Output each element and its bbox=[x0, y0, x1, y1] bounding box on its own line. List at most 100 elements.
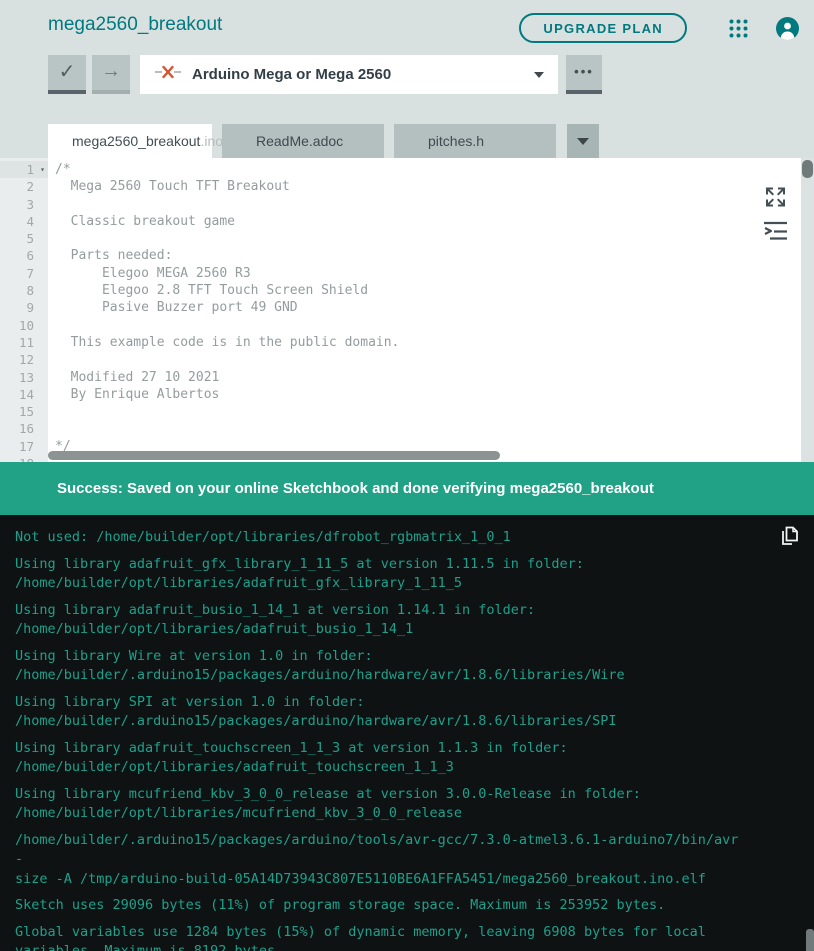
line-number: 15 bbox=[0, 403, 48, 421]
console-paragraph: Using library adafruit_gfx_library_1_11_… bbox=[15, 555, 584, 592]
code-line[interactable]: 3 bbox=[0, 195, 801, 213]
tab-mega2560-breakout-ino[interactable]: mega2560_breakout .ino bbox=[48, 124, 223, 158]
code-line[interactable]: 8 Elegoo 2.8 TFT Touch Screen Shield bbox=[0, 282, 801, 300]
line-number: 14 bbox=[0, 385, 48, 404]
code-area[interactable]: ▾ 1/* 2 Mega 2560 Touch TFT Breakout 3 4 Cla… bbox=[0, 161, 801, 462]
code-text: By Enrique Albertos bbox=[55, 386, 220, 402]
apps-grid-icon[interactable] bbox=[728, 18, 749, 39]
console-log: Not used: /home/builder/opt/libraries/df… bbox=[15, 528, 744, 951]
code-line[interactable]: 13 Modified 27 10 2021 bbox=[0, 368, 801, 386]
tab-bar: mega2560_breakout .ino ReadMe.adoc pitche… bbox=[48, 124, 814, 158]
line-number: 5 bbox=[0, 230, 48, 248]
fullscreen-expand-icon[interactable] bbox=[763, 185, 788, 214]
console-paragraph: Using library adafruit_touchscreen_1_1_3… bbox=[15, 739, 568, 776]
code-text: Parts needed: bbox=[55, 248, 173, 264]
line-number: 18 bbox=[0, 455, 48, 462]
chevron-down-icon bbox=[534, 72, 544, 78]
console-paragraph: Using library adafruit_busio_1_14_1 at v… bbox=[15, 601, 536, 638]
chevron-down-icon bbox=[577, 137, 589, 145]
success-banner: Success: Saved on your online Sketchbook… bbox=[0, 462, 814, 515]
copy-icon[interactable] bbox=[780, 525, 800, 552]
board-disconnected-icon bbox=[154, 65, 182, 84]
code-line[interactable]: 9 Pasive Buzzer port 49 GND bbox=[0, 299, 801, 317]
tab-overflow-dropdown[interactable] bbox=[567, 124, 599, 158]
line-number: 13 bbox=[0, 368, 48, 386]
verify-button[interactable]: ✓ bbox=[48, 55, 86, 94]
horizontal-scrollbar-thumb[interactable] bbox=[48, 451, 500, 460]
code-line[interactable]: 14 By Enrique Albertos bbox=[0, 385, 801, 404]
code-line[interactable]: 11 This example code is in the public do… bbox=[0, 333, 801, 352]
code-editor[interactable]: ▾ 1/* 2 Mega 2560 Touch TFT Breakout 3 4 Cla… bbox=[0, 158, 814, 462]
code-line[interactable]: 15 bbox=[0, 403, 801, 421]
line-number: 2 bbox=[0, 178, 48, 196]
upload-button[interactable]: → bbox=[92, 55, 130, 94]
console-paragraph: Global variables use 1284 bytes (15%) of… bbox=[15, 923, 706, 951]
upgrade-plan-button[interactable]: UPGRADE PLAN bbox=[519, 13, 687, 43]
tab-label: ReadMe.adoc bbox=[256, 133, 344, 149]
fold-arrow-icon[interactable]: ▾ bbox=[40, 161, 45, 178]
tab-label-ext: .ino bbox=[200, 133, 224, 149]
line-number: 17 bbox=[0, 437, 48, 456]
more-options-button[interactable]: ••• bbox=[566, 55, 602, 94]
line-number: 11 bbox=[0, 333, 48, 352]
line-number: 12 bbox=[0, 351, 48, 369]
code-line[interactable]: 5 bbox=[0, 230, 801, 248]
tab-label: pitches.h bbox=[428, 133, 485, 149]
header: mega2560_breakout UPGRADE PLAN bbox=[0, 0, 814, 43]
console-toggle-icon[interactable] bbox=[763, 221, 788, 246]
user-avatar-icon[interactable] bbox=[776, 17, 799, 40]
code-line[interactable]: 2 Mega 2560 Touch TFT Breakout bbox=[0, 178, 801, 196]
line-number: 7 bbox=[0, 264, 48, 283]
tab-pitches-h[interactable]: pitches.h bbox=[394, 124, 556, 158]
tab-label: mega2560_breakout bbox=[72, 133, 201, 149]
success-message: Success: Saved on your online Sketchbook… bbox=[57, 480, 654, 497]
console-paragraph: Using library SPI at version 1.0 in fold… bbox=[15, 693, 617, 730]
code-text: This example code is in the public domai… bbox=[55, 334, 400, 350]
code-text: Classic breakout game bbox=[55, 213, 236, 229]
line-number: ▾ 1 bbox=[0, 161, 48, 179]
checkmark-icon: ✓ bbox=[58, 61, 76, 83]
code-line[interactable]: 16 bbox=[0, 420, 801, 438]
code-text: Elegoo MEGA 2560 R3 bbox=[55, 265, 251, 281]
console-paragraph: /home/builder/.arduino15/packages/arduin… bbox=[15, 831, 739, 887]
upload-arrow-icon: → bbox=[101, 60, 121, 82]
board-selector-dropdown[interactable]: Arduino Mega or Mega 2560 bbox=[140, 55, 558, 94]
code-line[interactable]: 12 bbox=[0, 351, 801, 369]
console-paragraph: Sketch uses 29096 bytes (11%) of program… bbox=[15, 897, 666, 913]
code-text: Modified 27 10 2021 bbox=[55, 369, 220, 385]
board-selector-label: Arduino Mega or Mega 2560 bbox=[192, 66, 392, 83]
vertical-scrollbar-thumb[interactable] bbox=[802, 160, 813, 178]
console-paragraph: Using library Wire at version 1.0 in fol… bbox=[15, 647, 625, 684]
console-paragraph: Not used: /home/builder/opt/libraries/df… bbox=[15, 529, 511, 545]
code-line[interactable]: 6 Parts needed: bbox=[0, 247, 801, 265]
vertical-scrollbar-track bbox=[801, 158, 814, 462]
code-line[interactable]: 10 bbox=[0, 316, 801, 334]
line-number: 10 bbox=[0, 316, 48, 334]
code-text: Elegoo 2.8 TFT Touch Screen Shield bbox=[55, 283, 369, 299]
console-scrollbar-thumb[interactable] bbox=[806, 929, 814, 951]
code-line[interactable]: 4 Classic breakout game bbox=[0, 212, 801, 231]
line-number: 3 bbox=[0, 195, 48, 213]
ellipsis-icon: ••• bbox=[574, 64, 594, 79]
line-number: 6 bbox=[0, 247, 48, 265]
line-number: 4 bbox=[0, 212, 48, 231]
code-line[interactable]: ▾ 1 /* bbox=[0, 161, 801, 179]
toolbar: ✓ → Arduino Mega or Mega 2560 ••• bbox=[48, 55, 814, 94]
arduino-web-editor: mega2560_breakout UPGRADE PLAN ✓ → Ardui… bbox=[0, 0, 814, 951]
line-number: 9 bbox=[0, 299, 48, 317]
code-text: /* bbox=[55, 162, 71, 177]
sketch-title: mega2560_breakout bbox=[48, 14, 223, 35]
line-number: 16 bbox=[0, 420, 48, 438]
code-text: Mega 2560 Touch TFT Breakout bbox=[55, 179, 290, 195]
code-text: Pasive Buzzer port 49 GND bbox=[55, 300, 298, 316]
console-output-panel[interactable]: Not used: /home/builder/opt/libraries/df… bbox=[0, 515, 814, 951]
code-line[interactable]: 7 Elegoo MEGA 2560 R3 bbox=[0, 264, 801, 283]
tab-readme-adoc[interactable]: ReadMe.adoc bbox=[222, 124, 384, 158]
line-number: 8 bbox=[0, 282, 48, 300]
